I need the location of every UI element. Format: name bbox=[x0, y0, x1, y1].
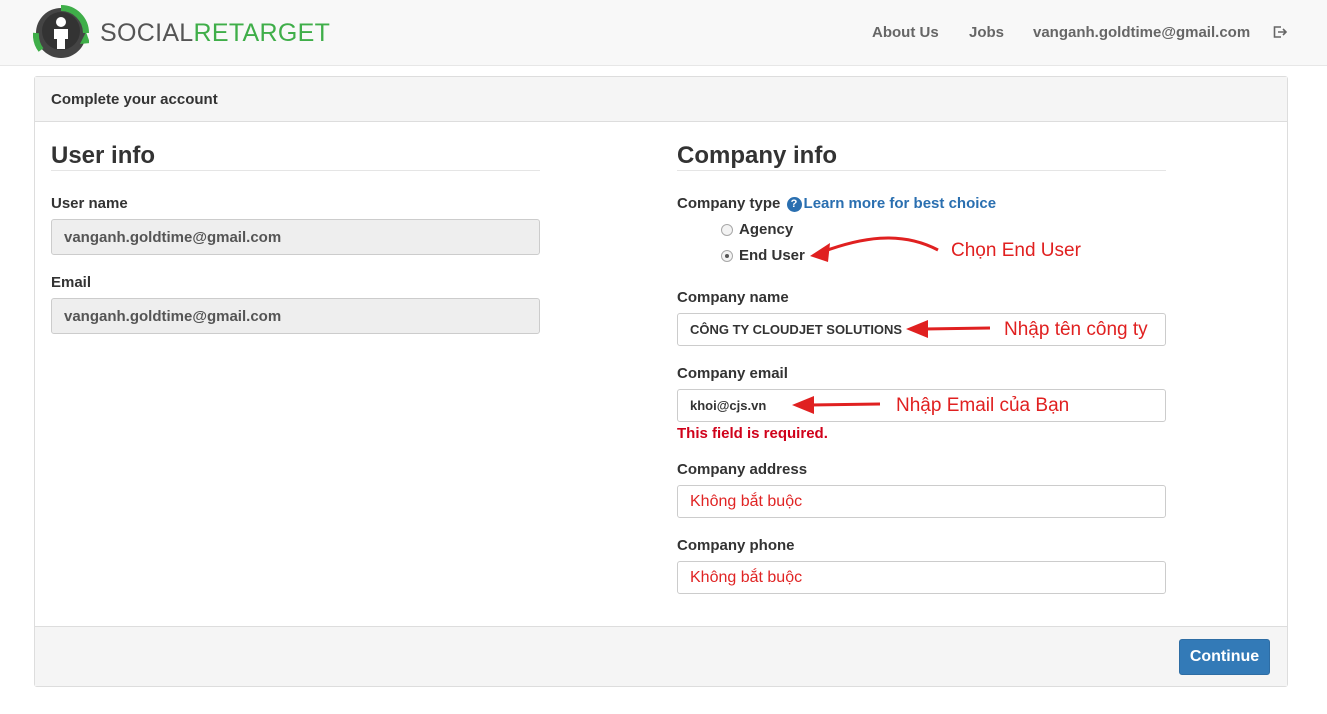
company-address-label: Company address bbox=[677, 461, 808, 478]
nav-jobs-link[interactable]: Jobs bbox=[969, 24, 1004, 41]
company-type-text: Company type bbox=[677, 195, 781, 212]
username-label: User name bbox=[51, 195, 128, 212]
top-navbar: SOCIALRETARGET About Us Jobs vanganh.gol… bbox=[0, 0, 1327, 66]
email-value: vanganh.goldtime@gmail.com bbox=[64, 307, 282, 325]
panel-heading: Complete your account bbox=[35, 77, 1287, 122]
panel-footer bbox=[35, 626, 1287, 686]
person-refresh-icon bbox=[32, 5, 90, 61]
company-email-value: khoi@cjs.vn bbox=[690, 398, 767, 413]
learn-more-link[interactable]: Learn more for best choice bbox=[804, 195, 997, 212]
company-name-label: Company name bbox=[677, 289, 789, 306]
company-email-error: This field is required. bbox=[677, 425, 828, 442]
radio-option-agency[interactable]: Agency bbox=[721, 221, 793, 238]
company-info-divider bbox=[677, 170, 1166, 171]
company-phone-input[interactable]: Không bắt buộc bbox=[677, 561, 1166, 594]
radio-option-end-user[interactable]: End User bbox=[721, 247, 805, 264]
annotation-email: Nhập Email của Bạn bbox=[896, 395, 1070, 416]
company-type-label: Company type ? Learn more for best choice bbox=[677, 195, 996, 212]
company-phone-label: Company phone bbox=[677, 537, 795, 554]
brand-word-retarget: RETARGET bbox=[193, 18, 331, 47]
user-info-divider bbox=[51, 170, 540, 171]
brand-word-social: SOCIAL bbox=[100, 18, 194, 47]
company-address-input[interactable]: Không bắt buộc bbox=[677, 485, 1166, 518]
brand-name: SOCIALRETARGET bbox=[100, 19, 330, 48]
nav-about-us-link[interactable]: About Us bbox=[872, 24, 939, 41]
complete-account-panel: Complete your account bbox=[34, 76, 1288, 687]
radio-agency-label: Agency bbox=[739, 221, 794, 238]
email-field[interactable]: vanganh.goldtime@gmail.com bbox=[51, 298, 540, 334]
company-name-value: CÔNG TY CLOUDJET SOLUTIONS bbox=[690, 322, 903, 337]
username-value: vanganh.goldtime@gmail.com bbox=[64, 228, 282, 246]
nav-account-link[interactable]: vanganh.goldtime@gmail.com bbox=[1033, 24, 1250, 41]
continue-button[interactable]: Continue bbox=[1179, 639, 1270, 675]
company-phone-value: Không bắt buộc bbox=[690, 568, 803, 586]
company-email-label: Company email bbox=[677, 365, 788, 382]
radio-end-user[interactable] bbox=[721, 249, 733, 262]
company-address-value: Không bắt buộc bbox=[690, 492, 803, 510]
radio-agency[interactable] bbox=[721, 223, 733, 236]
email-label: Email bbox=[51, 274, 92, 291]
radio-end-user-label: End User bbox=[739, 247, 805, 264]
company-info-title: Company info bbox=[677, 142, 837, 169]
username-field[interactable]: vanganh.goldtime@gmail.com bbox=[51, 219, 540, 255]
sign-out-icon[interactable] bbox=[1272, 24, 1288, 40]
user-info-title: User info bbox=[51, 142, 156, 169]
annotation-company-name: Nhập tên công ty bbox=[1004, 319, 1148, 340]
brand[interactable]: SOCIALRETARGET bbox=[32, 4, 330, 62]
panel-title: Complete your account bbox=[51, 91, 218, 108]
annotation-end-user: Chọn End User bbox=[951, 240, 1081, 261]
question-circle-icon[interactable]: ? bbox=[786, 197, 802, 212]
